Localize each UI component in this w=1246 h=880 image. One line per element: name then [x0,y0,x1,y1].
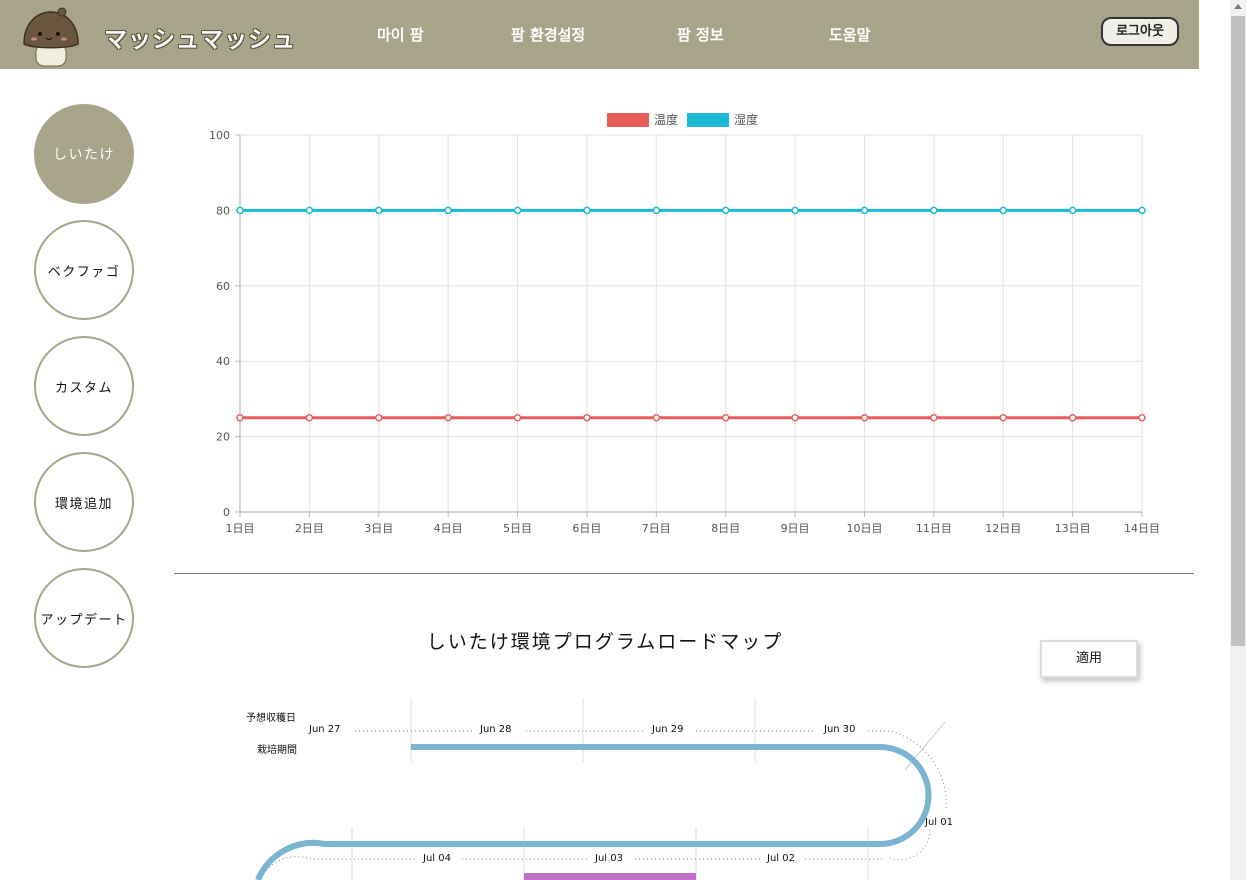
date-label: Jun 28 [480,724,512,735]
scroll-up-arrow-icon[interactable] [1234,4,1242,9]
data-point [930,414,938,422]
x-tick-label: 11日目 [916,522,952,535]
data-point [305,206,314,215]
data-point [1138,206,1146,215]
nav-help[interactable]: 도움말 [829,24,870,45]
row-label-cultivation-period: 栽培期間 [257,745,297,756]
nav-my-farm[interactable]: 마이 팜 [377,24,424,45]
date-label: Jul 03 [595,853,623,864]
data-point [444,206,452,215]
nav-farm-info[interactable]: 팜 정보 [677,24,724,45]
data-point [999,414,1007,422]
roadmap-title: しいたけ環境プログラムロードマップ [426,631,784,653]
data-point [1068,414,1077,422]
data-point [375,414,383,422]
data-point [791,414,799,422]
data-point [236,206,244,215]
sidebar-item-update[interactable]: アップデート [34,568,134,668]
data-point [721,414,730,422]
data-point [513,206,522,215]
row-label-harvest-date: 予想収穫日 [246,713,296,724]
data-point [999,206,1007,215]
sidebar-item-shiitake[interactable]: しいたけ [34,104,134,204]
sidebar-item-custom[interactable]: カスタム [34,336,134,436]
x-tick-label: 12日目 [985,522,1021,535]
data-point [305,414,314,422]
legend-label: 湿度 [734,112,758,127]
roadmap-track [255,744,932,880]
x-tick-label: 8日目 [711,522,740,535]
date-label: Jul 04 [423,853,451,864]
scrollbar-thumb[interactable] [1231,16,1245,646]
date-label: Jun 29 [652,724,684,735]
y-tick-label: 80 [216,204,230,217]
data-point [1138,414,1146,422]
y-tick-label: 0 [223,506,230,519]
x-tick-label: 14日目 [1124,522,1160,535]
data-point [583,206,591,215]
data-point [375,206,383,215]
data-point [513,414,522,422]
data-point [652,206,661,215]
sidebar-item-add-environment[interactable]: 環境追加 [34,452,134,552]
environment-line-chart: 0 20 40 60 80 100 1日目 2日目 3日目 4日目 5日目 6日目 7日目 8日目 9日目 1… [209,112,1160,535]
x-tick-label: 2日目 [295,522,324,535]
sidebar-item-baekhwago[interactable]: ベクファゴ [34,220,134,320]
brand-title[interactable]: マッシュマッシュ [104,20,296,54]
data-point [652,414,661,422]
data-point [1068,206,1077,215]
x-tick-label: 13日目 [1055,522,1091,535]
data-point [721,206,730,215]
mushroom-logo-icon[interactable] [20,6,82,68]
logout-button[interactable]: 로그아웃 [1101,17,1179,46]
x-tick-label: 3日目 [364,522,393,535]
x-tick-label: 7日目 [642,522,671,535]
y-tick-label: 60 [216,280,230,293]
roadmap-period-bar[interactable] [524,873,696,880]
data-point [236,414,244,422]
nav-farm-settings[interactable]: 팜 환경설정 [511,24,585,45]
date-label: Jun 30 [824,724,856,735]
apply-button[interactable]: 適用 [1040,640,1138,678]
top-header: マッシュマッシュ 마이 팜 팜 환경설정 팜 정보 도움말 로그아웃 [0,0,1199,69]
legend-label: 温度 [654,112,678,127]
data-point [860,414,869,422]
x-tick-label: 9日目 [781,522,810,535]
legend-swatch [607,113,649,127]
legend-swatch [687,113,729,127]
x-tick-label: 10日目 [846,522,882,535]
date-label: Jul 01 [925,817,953,828]
date-label: Jul 02 [767,853,795,864]
y-tick-label: 20 [216,431,230,444]
data-point [583,414,591,422]
date-label: Jun 27 [309,724,341,735]
section-divider [174,573,1194,574]
roadmap-timeline [255,698,947,880]
y-tick-label: 100 [209,129,230,142]
data-point [860,206,869,215]
x-tick-label: 1日目 [226,522,255,535]
data-point [444,414,452,422]
y-tick-label: 40 [216,355,230,368]
x-tick-label: 4日目 [434,522,463,535]
x-tick-label: 6日目 [572,522,601,535]
data-point [930,206,938,215]
data-point [791,206,799,215]
x-tick-label: 5日目 [503,522,532,535]
